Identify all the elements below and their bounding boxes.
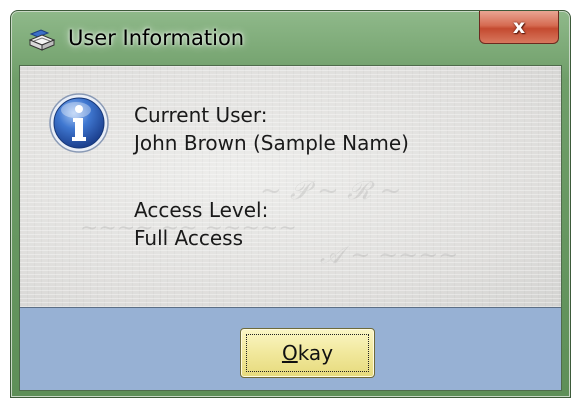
okay-button[interactable]: Okay bbox=[240, 328, 375, 378]
button-bar: Okay bbox=[20, 308, 561, 390]
current-user-value: John Brown (Sample Name) bbox=[134, 131, 409, 155]
close-button[interactable]: x bbox=[479, 11, 559, 44]
title-bar[interactable]: User Information x bbox=[11, 11, 570, 65]
access-level-value: Full Access bbox=[134, 226, 244, 250]
access-level-label: Access Level: bbox=[134, 198, 269, 222]
dialog-body: ~ 𝒫 ~ ℛ ~ ~~~~ ~~ ~~~~~ 𝒜 ~ ~~~~ Current bbox=[19, 65, 562, 391]
user-information-dialog: User Information x ~ 𝒫 ~ ℛ ~ ~~~~ ~~ ~~~… bbox=[10, 10, 571, 398]
app-icon bbox=[28, 29, 56, 51]
information-icon bbox=[49, 93, 109, 153]
current-user-label: Current User: bbox=[134, 103, 268, 127]
window-title: User Information bbox=[68, 26, 245, 50]
background-watermark: ~ 𝒫 ~ ℛ ~ bbox=[260, 176, 402, 206]
focus-rectangle: Okay bbox=[246, 334, 369, 372]
okay-label-rest: kay bbox=[297, 341, 334, 365]
okay-mnemonic: O bbox=[281, 341, 298, 365]
message-area: ~ 𝒫 ~ ℛ ~ ~~~~ ~~ ~~~~~ 𝒜 ~ ~~~~ Current bbox=[20, 66, 561, 308]
background-watermark: 𝒜 ~ ~~~~ bbox=[320, 241, 459, 269]
close-icon: x bbox=[512, 15, 526, 38]
okay-button-label: Okay bbox=[282, 341, 333, 365]
